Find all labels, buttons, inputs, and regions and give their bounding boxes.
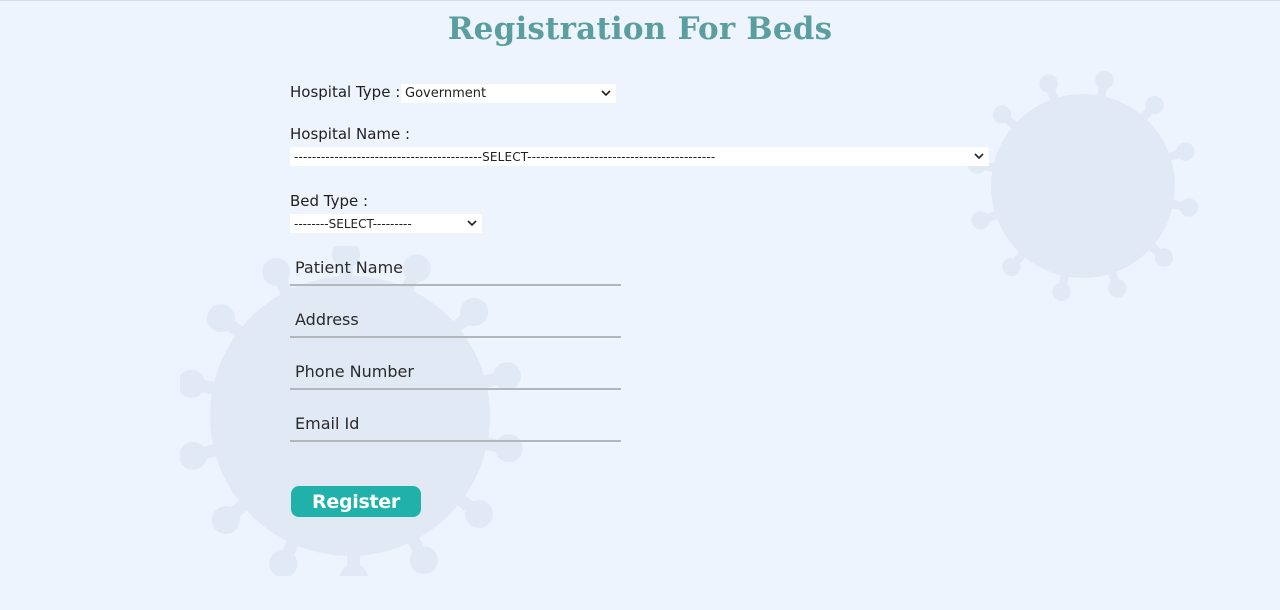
page-title: Registration For Beds: [447, 11, 833, 47]
hospital-name-label: Hospital Name :: [290, 125, 411, 143]
hospital-type-label: Hospital Type :: [290, 83, 401, 101]
hospital-name-select[interactable]: ----------------------------------------…: [290, 147, 989, 166]
bed-type-label: Bed Type :: [290, 192, 369, 210]
bed-type-select[interactable]: --------SELECT---------: [290, 214, 482, 233]
chevron-down-icon: [973, 151, 985, 163]
chevron-down-icon: [466, 218, 478, 230]
patient-name-field[interactable]: Patient Name: [290, 254, 621, 286]
register-button[interactable]: Register: [291, 486, 421, 517]
address-field[interactable]: Address: [290, 306, 621, 338]
bed-type-value: --------SELECT---------: [294, 216, 412, 231]
hospital-type-value: Government: [405, 86, 487, 101]
email-id-placeholder: Email Id: [295, 414, 360, 433]
chevron-down-icon: [600, 88, 612, 100]
virus-decoration-right-icon: [968, 66, 1208, 311]
hospital-name-value: ----------------------------------------…: [294, 149, 716, 164]
phone-number-placeholder: Phone Number: [295, 362, 414, 381]
hospital-type-select[interactable]: Government: [401, 84, 616, 103]
patient-name-placeholder: Patient Name: [295, 258, 403, 277]
phone-number-field[interactable]: Phone Number: [290, 358, 621, 390]
address-placeholder: Address: [295, 310, 359, 329]
email-id-field[interactable]: Email Id: [290, 410, 621, 442]
